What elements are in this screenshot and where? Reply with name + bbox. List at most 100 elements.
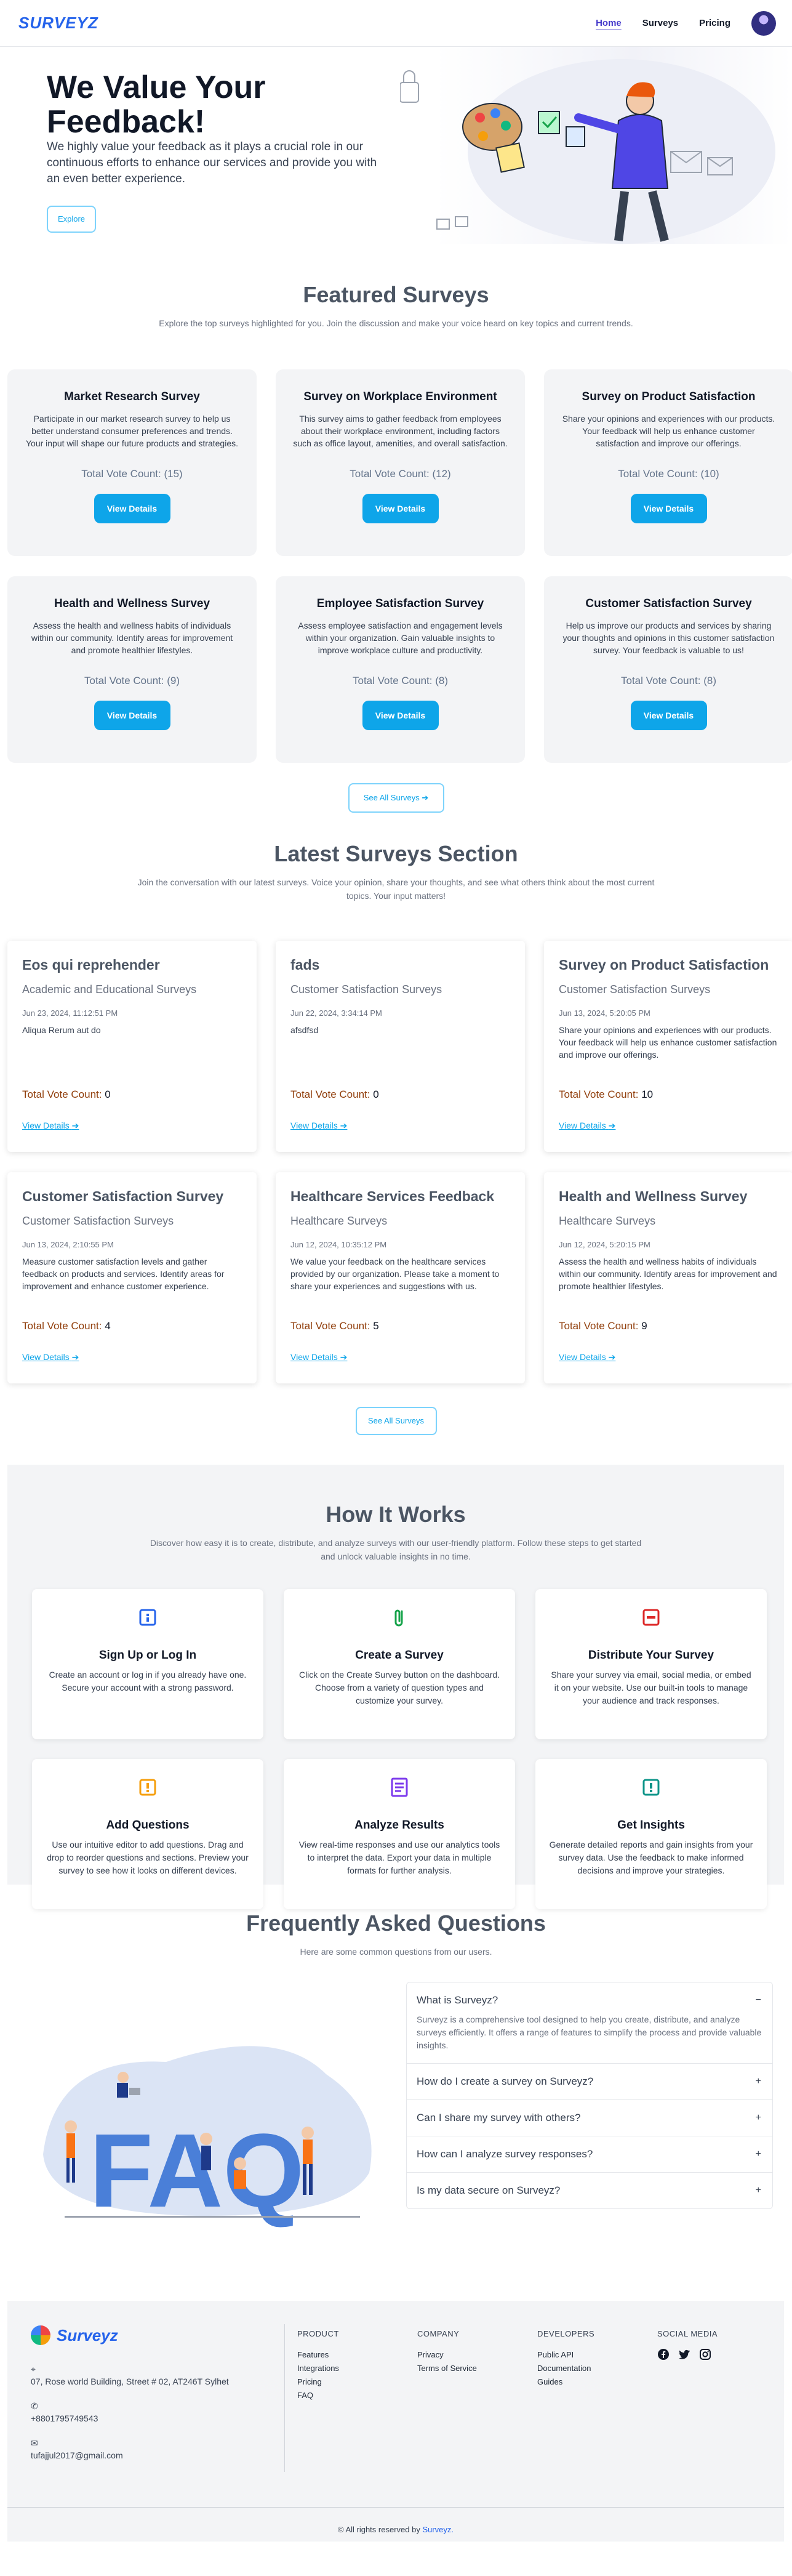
vote-label: Total Vote Count: [559, 1320, 639, 1332]
expand-icon[interactable]: + [756, 2136, 761, 2172]
see-all-surveys-button-2[interactable]: See All Surveys [355, 1407, 437, 1435]
footer-link[interactable]: Privacy [417, 2348, 477, 2362]
social-icons [657, 2348, 718, 2361]
expand-icon[interactable]: + [756, 2064, 761, 2099]
view-details-button[interactable]: View Details [362, 494, 439, 523]
footer-brand-name[interactable]: Surveyz [57, 2326, 118, 2345]
view-details-link[interactable]: View Details ➔ [22, 1121, 79, 1131]
latest-card-category: Customer Satisfaction Surveys [22, 1215, 174, 1227]
how-step-title: Get Insights [617, 1819, 685, 1832]
view-details-link[interactable]: View Details ➔ [290, 1352, 347, 1362]
featured-card-title: Customer Satisfaction Survey [585, 597, 752, 610]
latest-card-votes: Total Vote Count: 4 [22, 1320, 111, 1332]
latest-card-desc: Aliqua Rerum aut do [22, 1025, 101, 1035]
view-details-button[interactable]: View Details [630, 494, 707, 523]
user-avatar[interactable] [751, 10, 776, 36]
faq-accordion: What is Surveyz? − Surveyz is a comprehe… [406, 1982, 773, 2209]
facebook-icon[interactable] [657, 2348, 670, 2361]
latest-card-desc: Share your opinions and experiences with… [559, 1025, 777, 1060]
faq-question[interactable]: How do I create a survey on Surveyz? [417, 2064, 762, 2099]
footer-link[interactable]: Public API [537, 2348, 594, 2362]
vote-label: Total Vote Count: [290, 1089, 370, 1100]
footer-link[interactable]: Integrations [297, 2362, 339, 2375]
faq-question[interactable]: How can I analyze survey responses? [417, 2136, 762, 2172]
vote-count: 5 [373, 1320, 379, 1332]
footer-link[interactable]: Guides [537, 2375, 594, 2389]
view-details-button[interactable]: View Details [94, 701, 170, 730]
vote-count: 4 [105, 1320, 111, 1332]
featured-title: Featured Surveys [303, 282, 489, 307]
nav-link-pricing[interactable]: Pricing [699, 18, 730, 28]
footer-copyright: © All rights reserved by Surveyz. [7, 2507, 784, 2534]
view-details-button[interactable]: View Details [630, 701, 707, 730]
featured-card: Health and Wellness Survey Assess the he… [7, 576, 257, 763]
see-all-surveys-button[interactable]: See All Surveys ➔ [348, 783, 444, 813]
featured-card-desc: This survey aims to gather feedback from… [293, 414, 508, 448]
vote-count: 10 [641, 1089, 654, 1100]
view-details-button[interactable]: View Details [94, 494, 170, 523]
featured-card: Survey on Workplace Environment This sur… [276, 369, 525, 556]
footer-link[interactable]: Documentation [537, 2362, 594, 2375]
faq-item[interactable]: What is Surveyz? − Surveyz is a comprehe… [407, 1982, 772, 2064]
footer-link[interactable]: Terms of Service [417, 2362, 477, 2375]
see-all-label: See All Surveys [363, 793, 420, 802]
collapse-icon[interactable]: − [756, 1982, 761, 2018]
hero-section: We Value Your Feedback! We highly value … [0, 47, 792, 244]
faq-item[interactable]: How can I analyze survey responses? + [407, 2136, 772, 2173]
view-details-link[interactable]: View Details ➔ [559, 1352, 615, 1362]
footer-link[interactable]: Features [297, 2348, 339, 2362]
view-details-button[interactable]: View Details [362, 701, 439, 730]
view-details-link[interactable]: View Details ➔ [22, 1352, 79, 1362]
how-step-desc: Click on the Create Survey button on the… [298, 1670, 500, 1705]
nav-link-home[interactable]: Home [596, 18, 622, 28]
expand-icon[interactable]: + [756, 2100, 761, 2136]
latest-card: fads Customer Satisfaction Surveys Jun 2… [276, 941, 525, 1152]
user-login-icon [139, 1609, 156, 1626]
how-step-desc: Use our intuitive editor to add question… [47, 1840, 249, 1875]
how-step-title: Distribute Your Survey [588, 1649, 714, 1662]
footer-col-title: PRODUCT [297, 2329, 339, 2338]
brand-logo-icon [31, 2325, 50, 2345]
latest-card-date: Jun 13, 2024, 5:20:05 PM [559, 1008, 650, 1018]
arrow-circle-right-icon: ➔ [71, 1352, 79, 1362]
footer-link[interactable]: Pricing [297, 2375, 339, 2389]
instagram-icon[interactable] [699, 2348, 711, 2361]
arrow-circle-right-icon: ➔ [608, 1352, 616, 1362]
site-logo[interactable]: SURVEYZ [18, 14, 98, 33]
explore-button[interactable]: Explore [47, 206, 96, 233]
view-details-link[interactable]: View Details ➔ [559, 1121, 615, 1131]
faq-item[interactable]: Is my data secure on Surveyz? + [407, 2173, 772, 2208]
hero-title: We Value Your Feedback! [47, 70, 266, 140]
featured-surveys-section: Featured Surveys Explore the top surveys… [0, 244, 792, 813]
faq-item[interactable]: How do I create a survey on Surveyz? + [407, 2064, 772, 2100]
footer-phone: +8801795749543 [31, 2413, 98, 2423]
featured-card-title: Survey on Workplace Environment [303, 390, 497, 403]
view-details-link[interactable]: View Details ➔ [290, 1121, 347, 1131]
latest-card: Healthcare Services Feedback Healthcare … [276, 1172, 525, 1383]
twitter-icon[interactable] [678, 2348, 690, 2361]
document-icon [391, 1777, 408, 1797]
view-details-label: View Details [559, 1121, 606, 1130]
latest-card-votes: Total Vote Count: 0 [290, 1089, 379, 1101]
faq-question[interactable]: Can I share my survey with others? [417, 2100, 762, 2136]
copyright-brand[interactable]: Surveyz. [422, 2525, 454, 2534]
view-details-label: View Details [559, 1352, 606, 1362]
footer-link[interactable]: FAQ [297, 2389, 339, 2402]
latest-card-category: Customer Satisfaction Surveys [290, 983, 442, 996]
latest-card-title: fads [290, 957, 320, 973]
footer-col-title: COMPANY [417, 2329, 460, 2338]
footer-email-row: ✉ tufajjul2017@gmail.com [31, 2436, 252, 2462]
how-step-desc: Create an account or log in if you alrea… [49, 1670, 247, 1693]
featured-card-title: Employee Satisfaction Survey [316, 597, 484, 610]
faq-item[interactable]: Can I share my survey with others? + [407, 2100, 772, 2136]
faq-title: Frequently Asked Questions [246, 1910, 546, 1936]
featured-grid: Market Research Survey Participate in ou… [7, 369, 792, 763]
how-step-card: Add Questions Use our intuitive editor t… [32, 1759, 263, 1909]
featured-card-desc: Help us improve our products and service… [562, 621, 775, 655]
latest-card-votes: Total Vote Count: 0 [22, 1089, 111, 1101]
footer-col-social: SOCIAL MEDIA [657, 2329, 718, 2361]
nav-link-surveys[interactable]: Surveys [642, 18, 678, 28]
faq-question[interactable]: Is my data secure on Surveyz? [417, 2173, 762, 2208]
top-navbar: SURVEYZ Home Surveys Pricing [0, 0, 792, 47]
expand-icon[interactable]: + [756, 2173, 761, 2208]
